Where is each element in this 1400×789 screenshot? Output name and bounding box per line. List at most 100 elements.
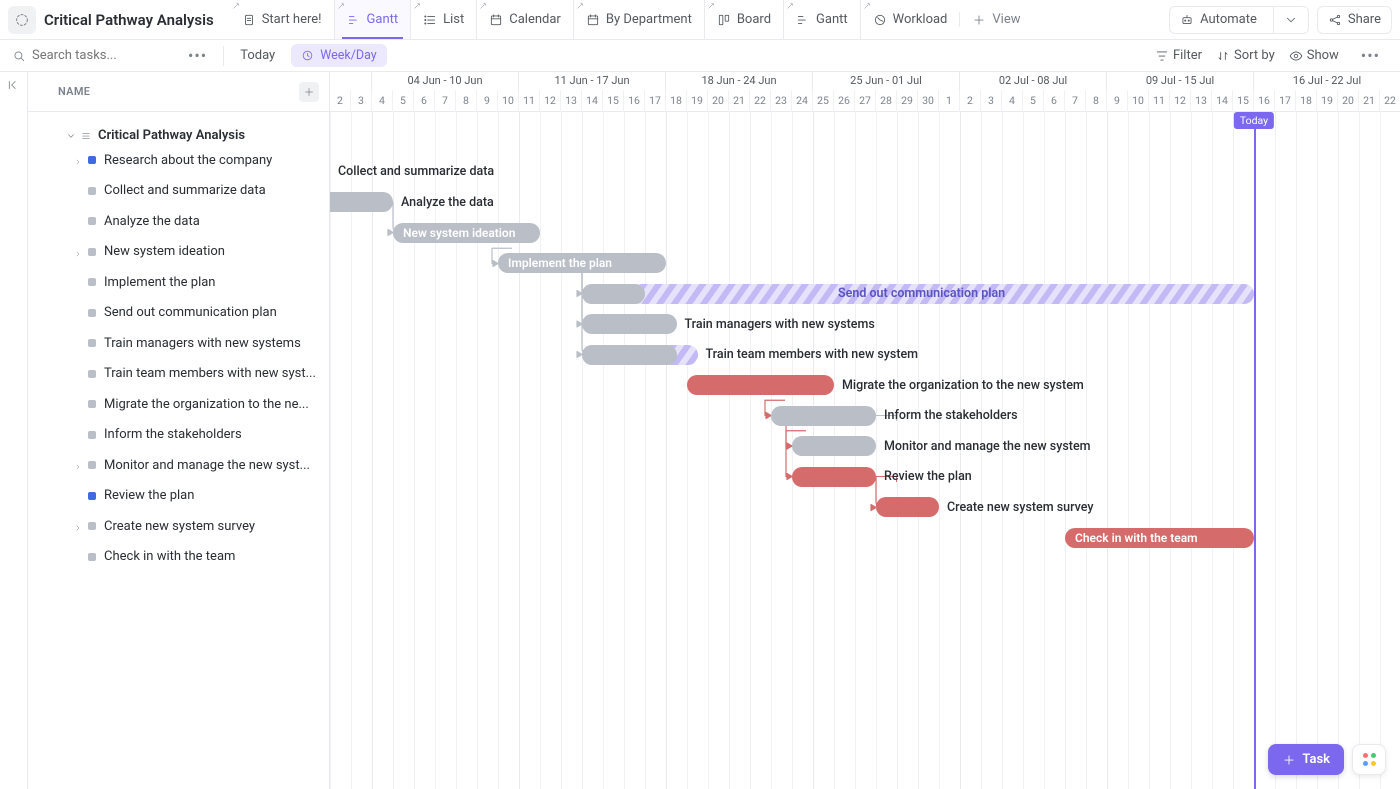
- task-row[interactable]: Analyze the data: [28, 206, 329, 237]
- loading-icon: [14, 12, 30, 28]
- search-wrap[interactable]: [12, 48, 172, 63]
- day-cell: 11: [1149, 90, 1170, 112]
- task-row[interactable]: Research about the company: [28, 145, 329, 176]
- chevron-right-icon[interactable]: [74, 521, 84, 531]
- day-cell: 16: [1254, 90, 1275, 112]
- space-title[interactable]: Critical Pathway Analysis: [44, 11, 214, 29]
- day-cell: 24: [792, 90, 813, 112]
- automate-button[interactable]: Automate: [1169, 6, 1309, 34]
- bar-label: Send out communication plan: [838, 284, 1005, 304]
- pin-icon: [479, 2, 487, 10]
- view-tab-start-here-[interactable]: Start here!: [230, 0, 334, 39]
- today-button[interactable]: Today: [232, 48, 283, 63]
- task-row[interactable]: Review the plan: [28, 481, 329, 512]
- new-task-button[interactable]: Task: [1268, 744, 1344, 775]
- gantt-bar[interactable]: [792, 436, 876, 456]
- status-icon: [88, 370, 96, 378]
- status-icon: [88, 248, 96, 256]
- day-cell: 5: [1023, 90, 1044, 112]
- pin-icon: [576, 2, 584, 10]
- view-tab-calendar[interactable]: Calendar: [476, 0, 573, 39]
- view-tab-gantt[interactable]: Gantt: [783, 0, 860, 39]
- day-cell: 19: [687, 90, 708, 112]
- share-label: Share: [1348, 12, 1381, 27]
- task-row[interactable]: Monitor and manage the new syst...: [28, 450, 329, 481]
- gantt-bar[interactable]: Check in with the team: [1065, 528, 1254, 548]
- day-cell: 14: [1212, 90, 1233, 112]
- add-column-button[interactable]: [299, 82, 319, 102]
- collapse-sidebar-button[interactable]: [0, 72, 28, 789]
- task-row[interactable]: Train team members with new syst...: [28, 359, 329, 390]
- gantt-body[interactable]: Collect and summarize dataAnalyze the da…: [330, 112, 1400, 789]
- gantt-bar[interactable]: [771, 406, 876, 426]
- search-options-button[interactable]: •••: [180, 46, 215, 65]
- add-view-button[interactable]: View: [959, 12, 1032, 27]
- search-icon: [12, 49, 26, 63]
- view-tab-list[interactable]: List: [410, 0, 476, 39]
- task-row[interactable]: Implement the plan: [28, 267, 329, 298]
- day-cell: 7: [1065, 90, 1086, 112]
- gantt-row: Send out communication plan: [330, 279, 1400, 310]
- gantt-bar[interactable]: [330, 192, 393, 212]
- chevron-right-icon[interactable]: [74, 247, 84, 257]
- search-input[interactable]: [32, 48, 152, 63]
- gantt-bar[interactable]: [582, 314, 677, 334]
- chevron-right-icon[interactable]: [74, 460, 84, 470]
- space-avatar[interactable]: [8, 6, 36, 34]
- view-tab-by-department[interactable]: By Department: [573, 0, 704, 39]
- calendar-icon: [489, 13, 503, 27]
- gantt-bar[interactable]: New system ideation: [393, 223, 540, 243]
- view-tab-gantt[interactable]: Gantt: [334, 0, 411, 39]
- task-row[interactable]: Inform the stakeholders: [28, 420, 329, 451]
- chevron-right-icon[interactable]: [74, 155, 84, 165]
- today-line: [1254, 112, 1256, 789]
- view-more-button[interactable]: •••: [1353, 46, 1388, 65]
- task-row[interactable]: Send out communication plan: [28, 298, 329, 329]
- day-cell: 6: [1044, 90, 1065, 112]
- gantt-bar[interactable]: [582, 345, 677, 365]
- day-cell: 18: [666, 90, 687, 112]
- gantt-bar[interactable]: [876, 497, 939, 517]
- task-row[interactable]: Train managers with new systems: [28, 328, 329, 359]
- task-row[interactable]: Collect and summarize data: [28, 176, 329, 207]
- task-row[interactable]: Check in with the team: [28, 542, 329, 573]
- plus-icon: [1282, 753, 1296, 767]
- show-button[interactable]: Show: [1289, 48, 1339, 63]
- day-cell: 26: [834, 90, 855, 112]
- main: NAME Critical Pathway Analysis Research …: [0, 72, 1400, 789]
- gantt-bar[interactable]: Implement the plan: [498, 253, 666, 273]
- gantt-row: Review the plan: [330, 462, 1400, 493]
- apps-button[interactable]: [1352, 744, 1386, 775]
- week-cell: 04 Jun - 10 Jun: [372, 72, 519, 90]
- gantt-bar[interactable]: [582, 284, 645, 304]
- plus-icon: [303, 86, 315, 98]
- gantt-bar[interactable]: [687, 375, 834, 395]
- gantt-row: Inform the stakeholders: [330, 401, 1400, 432]
- view-tab-board[interactable]: Board: [704, 0, 783, 39]
- task-label: Review the plan: [104, 488, 194, 503]
- gantt-row: Monitor and manage the new system: [330, 431, 1400, 462]
- share-button[interactable]: Share: [1317, 6, 1392, 34]
- zoom-selector[interactable]: Week/Day: [291, 44, 386, 67]
- share-icon: [1328, 13, 1342, 27]
- view-tab-workload[interactable]: Workload: [860, 0, 960, 39]
- task-row[interactable]: New system ideation: [28, 237, 329, 268]
- day-cell: 15: [1233, 90, 1254, 112]
- day-cell: 1: [939, 90, 960, 112]
- sort-button[interactable]: Sort by: [1216, 48, 1275, 63]
- gantt-bar[interactable]: [792, 467, 876, 487]
- task-row[interactable]: Create new system survey: [28, 511, 329, 542]
- task-label: Check in with the team: [104, 549, 235, 564]
- day-cell: 19: [1317, 90, 1338, 112]
- day-cell: 10: [498, 90, 519, 112]
- task-row[interactable]: Migrate the organization to the ne...: [28, 389, 329, 420]
- chevron-down-icon[interactable]: [66, 131, 76, 141]
- automate-dropdown[interactable]: [1273, 7, 1308, 33]
- task-label: Train team members with new syst...: [104, 366, 316, 381]
- day-cell: 25: [813, 90, 834, 112]
- group-row[interactable]: Critical Pathway Analysis: [28, 126, 329, 145]
- gantt-area[interactable]: 04 Jun - 10 Jun11 Jun - 17 Jun18 Jun - 2…: [330, 72, 1400, 789]
- filter-button[interactable]: Filter: [1155, 48, 1202, 63]
- gantt-row: Check in with the team: [330, 523, 1400, 554]
- task-label: Create new system survey: [104, 519, 255, 534]
